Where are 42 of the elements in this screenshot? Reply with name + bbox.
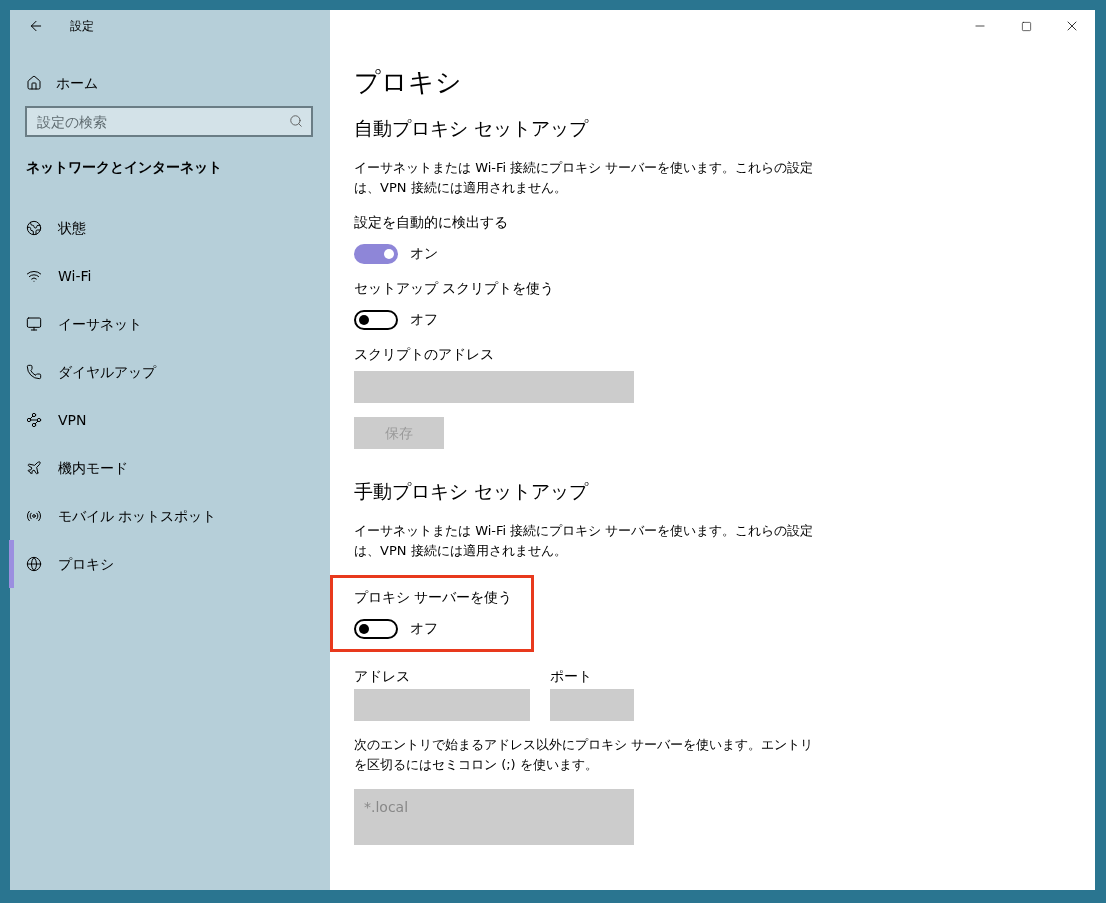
section-heading: 手動プロキシ セットアップ bbox=[354, 479, 590, 504]
nav-item[interactable]: 機内モード bbox=[9, 444, 330, 492]
window-title: 設定 bbox=[70, 18, 94, 35]
airplane-icon bbox=[26, 460, 42, 476]
section-heading: ネットワークとインターネット bbox=[25, 158, 223, 177]
nav-item[interactable]: イーサネット bbox=[9, 300, 330, 348]
field-label: アドレス bbox=[354, 667, 411, 686]
toggle-switch[interactable] bbox=[354, 309, 398, 330]
section-heading: 自動プロキシ セットアップ bbox=[354, 116, 590, 141]
toggle-state: オン bbox=[410, 244, 438, 263]
nav-item[interactable]: ダイヤルアップ bbox=[9, 348, 330, 396]
wifi-icon bbox=[26, 268, 42, 284]
search-icon bbox=[289, 114, 303, 128]
toggle-label: 設定を自動的に検出する bbox=[354, 213, 509, 232]
monitor-icon bbox=[26, 316, 42, 332]
search-field[interactable]: 設定の検索 bbox=[25, 106, 313, 137]
antenna-icon bbox=[26, 508, 42, 524]
maximize-icon bbox=[1020, 20, 1032, 32]
field-label: スクリプトのアドレス bbox=[354, 345, 495, 364]
field-value: *.local bbox=[364, 799, 409, 815]
description: イーサネットまたは Wi-Fi 接続にプロキシ サーバーを使います。これらの設定は、VPN 接続には適用されません。 bbox=[354, 159, 815, 197]
phone-icon bbox=[26, 364, 42, 380]
toggle-label: セットアップ スクリプトを使う bbox=[354, 279, 556, 298]
nav-item[interactable]: モバイル ホットスポット bbox=[9, 492, 330, 540]
toggle-label: プロキシ サーバーを使う bbox=[354, 588, 514, 607]
nav-item[interactable]: 状態 bbox=[9, 204, 330, 252]
toggle-state: オフ bbox=[410, 310, 438, 329]
description: イーサネットまたは Wi-Fi 接続にプロキシ サーバーを使います。これらの設定は、VPN 接続には適用されません。 bbox=[354, 522, 815, 560]
page-title: プロキシ bbox=[354, 66, 463, 99]
toggle-state: オフ bbox=[410, 619, 438, 638]
nav-item[interactable]: プロキシ bbox=[9, 540, 330, 588]
toggle-switch[interactable] bbox=[354, 243, 398, 264]
nav-item[interactable]: VPN bbox=[9, 396, 330, 444]
toggle-switch[interactable] bbox=[354, 618, 398, 639]
globe-icon bbox=[26, 556, 42, 572]
field-label: ポート bbox=[550, 667, 593, 686]
globe-icon bbox=[26, 220, 42, 236]
description: 次のエントリで始まるアドレス以外にプロキシ サーバーを使います。エントリを区切るにはセミコロン (;) を使います。 bbox=[354, 736, 815, 774]
home-link[interactable]: ホーム bbox=[10, 67, 330, 99]
link-icon bbox=[26, 412, 42, 428]
nav-item[interactable]: Wi-Fi bbox=[9, 252, 330, 300]
home-icon bbox=[26, 75, 42, 91]
